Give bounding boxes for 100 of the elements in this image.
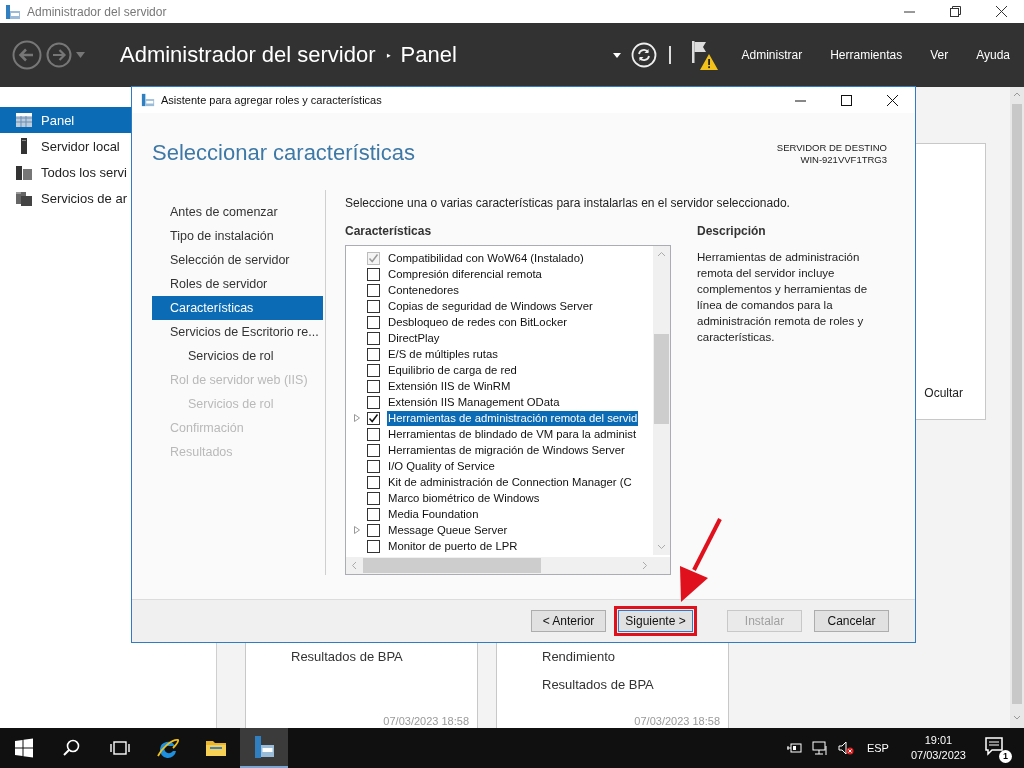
expand-icon[interactable] [354, 414, 360, 422]
description-text: Herramientas de administración remota del servidor incluye complementos y herramientas de línea de comandos para la administración remota de roles y características. [697, 250, 869, 345]
feature-item[interactable]: DirectPlay [387, 330, 441, 346]
checkbox[interactable] [367, 315, 380, 329]
feature-item[interactable]: Desbloqueo de redes con BitLocker [387, 314, 568, 330]
wizard-step[interactable]: Tipo de instalación [152, 224, 323, 248]
menu-item[interactable]: Herramientas [816, 48, 917, 62]
app-icon [141, 93, 155, 107]
checkbox[interactable] [367, 299, 380, 313]
expand-icon[interactable] [354, 526, 360, 534]
servers-icon [16, 164, 32, 180]
forward-icon[interactable] [46, 42, 72, 68]
checkbox[interactable] [367, 427, 380, 441]
scrollbar[interactable] [346, 557, 670, 574]
scrollbar[interactable] [653, 246, 670, 555]
close-icon[interactable] [886, 94, 898, 106]
menu-item[interactable]: Ayuda [962, 48, 1024, 62]
wizard-button[interactable]: < Anterior [531, 610, 606, 632]
wizard-button[interactable]: Siguiente > [618, 610, 693, 632]
destination-server: WIN-921VVF1TRG3 [800, 154, 887, 166]
power-plug-icon[interactable] [785, 740, 802, 756]
window-title: Administrador del servidor [27, 4, 168, 19]
ie-icon [156, 736, 180, 760]
wizard-step[interactable]: Roles de servidor [152, 272, 323, 296]
feature-item[interactable]: Monitor de puerto de LPR [387, 538, 519, 554]
card-link[interactable]: Resultados de BPA [542, 677, 728, 705]
network-icon[interactable] [811, 740, 828, 756]
feature-item[interactable]: Message Queue Server [387, 522, 509, 538]
grid-icon [16, 112, 32, 128]
checkbox[interactable] [367, 443, 380, 457]
feature-item[interactable]: Marco biométrico de Windows [387, 490, 541, 506]
taskbar-app[interactable] [240, 728, 288, 768]
checkbox[interactable] [367, 523, 380, 537]
card-timestamp: 07/03/2023 18:58 [633, 715, 720, 727]
checkbox[interactable] [367, 395, 380, 409]
wizard-step: Rol de servidor web (IIS) [152, 368, 323, 392]
feature-item[interactable]: Equilibrio de carga de red [387, 362, 518, 378]
checkbox[interactable] [367, 267, 380, 281]
refresh-icon[interactable] [631, 42, 658, 68]
section-label: Características [345, 224, 433, 240]
app-icon [5, 3, 21, 20]
clock-time[interactable]: 19:01 [924, 733, 953, 748]
wizard-step[interactable]: Servicios de Escritorio re... [152, 320, 323, 344]
checkbox[interactable] [367, 347, 380, 361]
wizard-step[interactable]: Antes de comenzar [152, 200, 323, 224]
clock-date[interactable]: 07/03/2023 [910, 748, 966, 763]
feature-item[interactable]: Contenedores [387, 282, 460, 298]
checkbox[interactable] [367, 411, 380, 425]
feature-item[interactable]: Extensión IIS de WinRM [387, 378, 512, 394]
destination-label: SERVIDOR DE DESTINO [776, 142, 887, 154]
checkbox[interactable] [367, 475, 380, 489]
card-link[interactable]: Resultados de BPA [291, 649, 477, 677]
server-manager-icon [252, 735, 276, 759]
wizard-step: Servicios de rol [152, 392, 323, 416]
checkbox[interactable] [367, 331, 380, 345]
checkbox[interactable] [367, 507, 380, 521]
breadcrumb: Panel [400, 42, 458, 68]
feature-item[interactable]: Copias de seguridad de Windows Server [387, 298, 594, 314]
card-timestamp: 07/03/2023 18:58 [382, 715, 469, 727]
restore-icon[interactable] [949, 6, 961, 17]
checkbox[interactable] [367, 539, 380, 553]
separator-bar [669, 46, 672, 64]
wizard-button[interactable]: Cancelar [814, 610, 889, 632]
close-icon[interactable] [995, 6, 1007, 17]
feature-item[interactable]: Kit de administración de Connection Manager (C [387, 474, 633, 490]
wizard-step[interactable]: Servicios de rol [152, 344, 323, 368]
section-label: Descripción [697, 224, 767, 240]
breadcrumb-separator: ‣ [385, 46, 391, 65]
back-icon[interactable] [12, 40, 42, 70]
wizard-step: Confirmación [152, 416, 323, 440]
page-title: Administrador del servidor [120, 42, 376, 68]
notification-badge: 1 [999, 750, 1012, 763]
notification-icon[interactable] [984, 736, 1004, 756]
feature-item[interactable]: E/S de múltiples rutas [387, 346, 499, 362]
windows-logo-icon [12, 736, 36, 760]
wizard-step[interactable]: Características [152, 296, 323, 320]
feature-item[interactable]: Media Foundation [387, 506, 480, 522]
checkbox[interactable] [367, 283, 380, 297]
dialog-title: Asistente para agregar roles y características [161, 94, 383, 106]
checkbox[interactable] [367, 379, 380, 393]
feature-item[interactable]: I/O Quality of Service [387, 458, 496, 474]
wizard-step: Resultados [152, 440, 323, 464]
menu-item[interactable]: Ver [916, 48, 963, 62]
language-indicator[interactable]: ESP [866, 742, 889, 754]
checkbox[interactable] [367, 491, 380, 505]
feature-item[interactable]: Extensión IIS Management OData [387, 394, 561, 410]
checkbox[interactable] [367, 459, 380, 473]
checkbox[interactable] [367, 363, 380, 377]
instruction-text: Seleccione una o varias características para instalarlas en el servidor seleccionado. [345, 196, 791, 210]
maximize-icon[interactable] [840, 94, 852, 106]
feature-item[interactable]: Herramientas de administración remota del servid [387, 410, 639, 426]
feature-item[interactable]: Herramientas de migración de Windows Server [387, 442, 626, 458]
caret-icon[interactable] [613, 52, 622, 58]
card-link[interactable]: Rendimiento [542, 649, 728, 677]
feature-item[interactable]: Herramientas de blindado de VM para la administ [387, 426, 638, 442]
speaker-muted-icon[interactable] [837, 740, 854, 756]
hide-link[interactable]: Ocultar [924, 386, 963, 400]
menu-item[interactable]: Administrar [727, 48, 817, 62]
wizard-step[interactable]: Selección de servidor [152, 248, 323, 272]
feature-item[interactable]: Compresión diferencial remota [387, 266, 543, 282]
